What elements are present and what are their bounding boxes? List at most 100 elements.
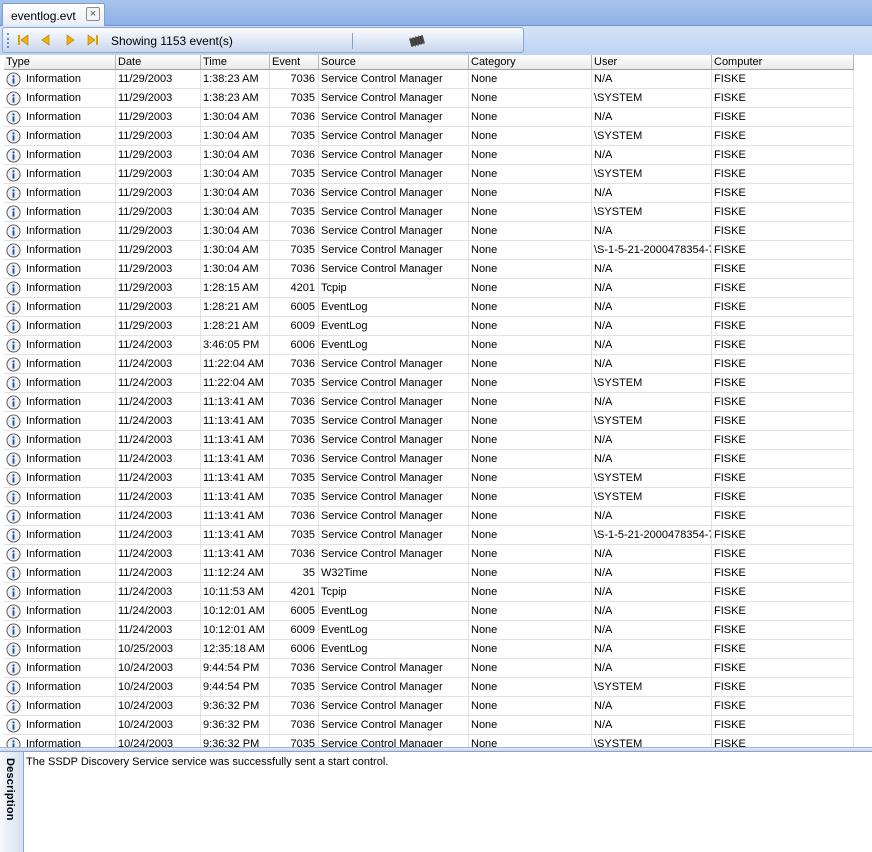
table-row[interactable]: Information 11/24/2003 11:22:04 AM 7035 Serv… — [4, 374, 854, 393]
chip-icon[interactable] — [407, 34, 427, 48]
cell-computer: FISKE — [712, 70, 854, 88]
last-icon[interactable] — [83, 32, 101, 48]
cell-source: Service Control Manager — [319, 526, 469, 544]
table-row[interactable]: Information 11/29/2003 1:30:04 AM 7035 Servi… — [4, 165, 854, 184]
column-header-category[interactable]: Category — [469, 55, 592, 69]
cell-category: None — [469, 564, 592, 582]
cell-time: 1:30:04 AM — [201, 108, 270, 126]
table-row[interactable]: Information 11/24/2003 11:13:41 AM 7036 Serv… — [4, 450, 854, 469]
cell-type: Information — [4, 545, 116, 563]
table-row[interactable]: Information 11/29/2003 1:28:15 AM 4201 Tcpip… — [4, 279, 854, 298]
cell-source: Service Control Manager — [319, 127, 469, 145]
cell-user: \S-1-5-21-2000478354-7 — [592, 526, 712, 544]
first-icon[interactable] — [15, 32, 33, 48]
table-row[interactable]: Information 10/24/2003 9:36:32 PM 7036 Servi… — [4, 697, 854, 716]
cell-category: None — [469, 450, 592, 468]
table-row[interactable]: Information 11/29/2003 1:28:21 AM 6009 Event… — [4, 317, 854, 336]
table-row[interactable]: Information 11/24/2003 11:13:41 AM 7035 Serv… — [4, 526, 854, 545]
table-row[interactable]: Information 11/24/2003 11:12:24 AM 35 W32Tim… — [4, 564, 854, 583]
column-header-date[interactable]: Date — [116, 55, 201, 69]
table-row[interactable]: Information 11/29/2003 1:30:04 AM 7036 Servi… — [4, 260, 854, 279]
table-row[interactable]: Information 11/24/2003 11:13:41 AM 7036 Serv… — [4, 507, 854, 526]
table-row[interactable]: Information 11/29/2003 1:38:23 AM 7035 Servi… — [4, 89, 854, 108]
table-row[interactable]: Information 10/24/2003 9:36:32 PM 7035 Servi… — [4, 735, 854, 747]
cell-category: None — [469, 203, 592, 221]
cell-date: 11/24/2003 — [116, 469, 201, 487]
next-icon[interactable] — [61, 32, 79, 48]
description-pane[interactable]: The SSDP Discovery Service service was s… — [25, 752, 872, 852]
table-row[interactable]: Information 11/24/2003 11:13:41 AM 7036 Serv… — [4, 393, 854, 412]
document-tab[interactable]: eventlog.evt × — [2, 3, 105, 26]
cell-event-id: 7036 — [270, 355, 319, 373]
table-row[interactable]: Information 11/24/2003 10:11:53 AM 4201 Tcpi… — [4, 583, 854, 602]
information-icon — [6, 261, 21, 277]
table-row[interactable]: Information 11/24/2003 11:13:41 AM 7035 Serv… — [4, 488, 854, 507]
cell-time: 11:13:41 AM — [201, 507, 270, 525]
table-row[interactable]: Information 10/24/2003 9:44:54 PM 7035 Servi… — [4, 678, 854, 697]
cell-event-id: 7036 — [270, 716, 319, 734]
cell-time: 9:44:54 PM — [201, 659, 270, 677]
cell-time: 1:38:23 AM — [201, 70, 270, 88]
cell-source: Service Control Manager — [319, 108, 469, 126]
cell-event-id: 7036 — [270, 70, 319, 88]
close-icon[interactable]: × — [86, 7, 100, 21]
cell-date: 11/24/2003 — [116, 507, 201, 525]
column-header-source[interactable]: Source — [319, 55, 469, 69]
cell-type: Information — [4, 241, 116, 259]
table-row[interactable]: Information 11/29/2003 1:30:04 AM 7035 Servi… — [4, 241, 854, 260]
table-row[interactable]: Information 10/24/2003 9:44:54 PM 7036 Servi… — [4, 659, 854, 678]
table-row[interactable]: Information 11/24/2003 11:13:41 AM 7036 Serv… — [4, 545, 854, 564]
table-row[interactable]: Information 11/24/2003 11:13:41 AM 7036 Serv… — [4, 431, 854, 450]
column-header-type[interactable]: Type — [4, 55, 116, 69]
description-tab[interactable]: Description — [0, 752, 24, 852]
column-header-time[interactable]: Time — [201, 55, 270, 69]
table-row[interactable]: Information 11/24/2003 3:46:05 PM 6006 Event… — [4, 336, 854, 355]
table-row[interactable]: Information 10/25/2003 12:35:18 AM 6006 Even… — [4, 640, 854, 659]
table-row[interactable]: Information 11/29/2003 1:30:04 AM 7036 Servi… — [4, 146, 854, 165]
column-header-computer[interactable]: Computer — [712, 55, 854, 69]
column-header-event[interactable]: Event — [270, 55, 319, 69]
information-icon — [6, 527, 21, 543]
cell-user: N/A — [592, 336, 712, 354]
cell-source: EventLog — [319, 298, 469, 316]
table-row[interactable]: Information 11/29/2003 1:30:04 AM 7036 Servi… — [4, 222, 854, 241]
table-row[interactable]: Information 11/29/2003 1:30:04 AM 7036 Servi… — [4, 184, 854, 203]
previous-icon[interactable] — [37, 32, 55, 48]
cell-date: 11/24/2003 — [116, 431, 201, 449]
toolbar-separator — [352, 33, 353, 49]
information-icon — [6, 90, 21, 106]
cell-time: 9:36:32 PM — [201, 697, 270, 715]
table-row[interactable]: Information 11/29/2003 1:38:23 AM 7036 Servi… — [4, 70, 854, 89]
cell-type: Information — [4, 355, 116, 373]
cell-category: None — [469, 602, 592, 620]
cell-computer: FISKE — [712, 469, 854, 487]
table-row[interactable]: Information 11/29/2003 1:30:04 AM 7035 Servi… — [4, 127, 854, 146]
table-row[interactable]: Information 11/24/2003 10:12:01 AM 6009 Even… — [4, 621, 854, 640]
table-row[interactable]: Information 11/24/2003 11:22:04 AM 7036 Serv… — [4, 355, 854, 374]
table-row[interactable]: Information 10/24/2003 9:36:32 PM 7036 Servi… — [4, 716, 854, 735]
cell-date: 11/29/2003 — [116, 222, 201, 240]
column-header-user[interactable]: User — [592, 55, 712, 69]
cell-time: 9:36:32 PM — [201, 716, 270, 734]
cell-type: Information — [4, 469, 116, 487]
cell-time: 1:30:04 AM — [201, 222, 270, 240]
toolbar-grip[interactable] — [7, 33, 10, 48]
cell-type: Information — [4, 735, 116, 747]
table-row[interactable]: Information 11/29/2003 1:30:04 AM 7036 Servi… — [4, 108, 854, 127]
cell-time: 10:12:01 AM — [201, 621, 270, 639]
cell-type-label: Information — [26, 339, 82, 351]
cell-event-id: 7035 — [270, 488, 319, 506]
cell-type: Information — [4, 716, 116, 734]
table-row[interactable]: Information 11/24/2003 11:13:41 AM 7035 Serv… — [4, 469, 854, 488]
table-row[interactable]: Information 11/24/2003 10:12:01 AM 6005 Even… — [4, 602, 854, 621]
table-row[interactable]: Information 11/29/2003 1:28:21 AM 6005 Event… — [4, 298, 854, 317]
cell-type: Information — [4, 165, 116, 183]
cell-date: 11/29/2003 — [116, 260, 201, 278]
cell-computer: FISKE — [712, 488, 854, 506]
cell-category: None — [469, 279, 592, 297]
information-icon — [6, 109, 21, 125]
cell-source: Service Control Manager — [319, 735, 469, 747]
table-row[interactable]: Information 11/24/2003 11:13:41 AM 7035 Serv… — [4, 412, 854, 431]
table-row[interactable]: Information 11/29/2003 1:30:04 AM 7035 Servi… — [4, 203, 854, 222]
cell-date: 11/29/2003 — [116, 203, 201, 221]
